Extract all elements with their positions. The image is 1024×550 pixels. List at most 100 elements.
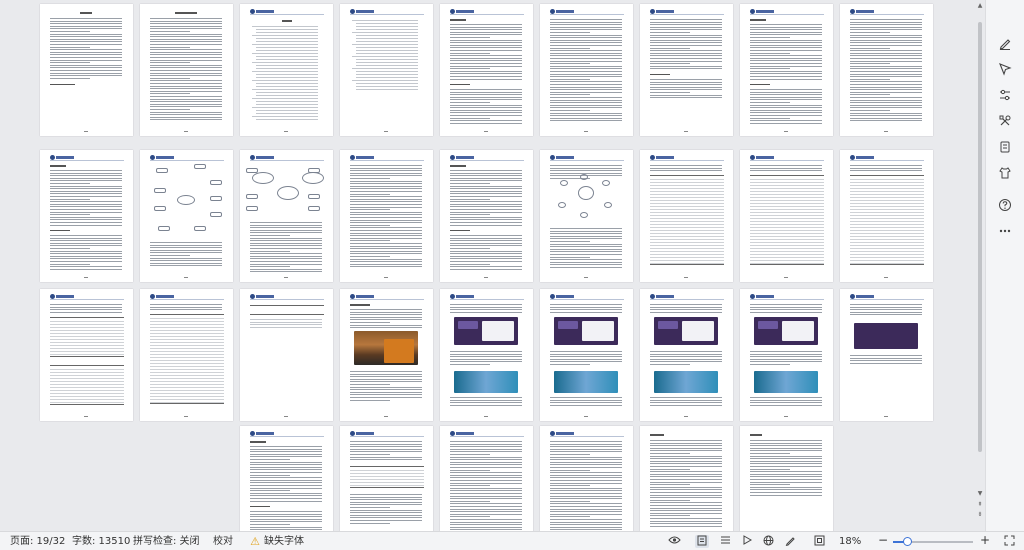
text-line	[150, 67, 222, 69]
page-thumbnail[interactable]	[140, 289, 233, 421]
page-thumbnail[interactable]	[640, 426, 733, 531]
page-thumbnail[interactable]	[140, 4, 233, 136]
page-header	[550, 155, 624, 161]
page-thumbnail[interactable]	[540, 4, 633, 136]
pen-icon[interactable]	[996, 34, 1014, 52]
globe-icon[interactable]	[761, 535, 775, 548]
shirt-icon[interactable]	[996, 164, 1014, 182]
zoom-level[interactable]: 18%	[839, 535, 861, 548]
help-icon[interactable]	[996, 196, 1014, 214]
scroll-page-up-icon[interactable]: ⇞	[976, 500, 984, 508]
text-line	[750, 73, 822, 75]
page-thumbnail[interactable]	[40, 150, 133, 282]
toc-line	[356, 62, 418, 63]
zoom-in-button[interactable]: +	[980, 534, 990, 547]
page-thumbnail[interactable]	[540, 150, 633, 282]
text-line	[550, 498, 622, 500]
page-thumbnail[interactable]	[140, 150, 233, 282]
list-view-icon[interactable]	[718, 535, 732, 548]
page-thumbnail[interactable]	[340, 150, 433, 282]
text-line	[350, 373, 422, 375]
scroll-up-arrow-icon[interactable]: ▲	[976, 1, 984, 9]
spell-check-toggle[interactable]: 拼写检查: 关闭	[133, 535, 200, 548]
page-thumbnail[interactable]	[40, 289, 133, 421]
play-icon[interactable]	[740, 535, 754, 548]
text-line	[150, 257, 222, 259]
proofread-button[interactable]: 校对	[213, 535, 233, 548]
text-line	[150, 64, 222, 66]
word-count[interactable]: 字数: 13510	[72, 535, 130, 548]
text-line	[750, 63, 822, 64]
scroll-thumb[interactable]	[978, 22, 982, 452]
page-indicator[interactable]: 页面: 19/32	[10, 535, 65, 548]
text-line	[450, 454, 490, 455]
page-thumbnails-area[interactable]	[0, 0, 975, 531]
page-thumbnail[interactable]	[640, 4, 733, 136]
text-line	[650, 476, 722, 478]
page-thumbnail[interactable]	[440, 289, 533, 421]
document-icon[interactable]	[996, 138, 1014, 156]
page-thumbnail[interactable]	[740, 150, 833, 282]
missing-font-button[interactable]: 缺失字体	[264, 535, 304, 548]
page-thumbnail[interactable]	[240, 289, 333, 421]
sliders-icon[interactable]	[996, 86, 1014, 104]
zoom-slider-handle[interactable]	[903, 537, 913, 546]
page-thumbnail[interactable]	[440, 426, 533, 531]
text-line	[750, 65, 822, 67]
scroll-page-down-icon[interactable]: ⇟	[976, 510, 984, 518]
university-logo-icon	[650, 155, 655, 160]
text-line	[150, 88, 222, 90]
fit-icon[interactable]	[812, 535, 826, 548]
text-line	[450, 490, 522, 492]
text-line	[650, 397, 722, 398]
page-thumbnail[interactable]	[340, 4, 433, 136]
page-thumbnail[interactable]	[740, 289, 833, 421]
text-line	[550, 264, 622, 266]
text-line	[250, 466, 322, 468]
page-thumbnail[interactable]	[740, 4, 833, 136]
pencil-icon[interactable]	[783, 535, 797, 548]
page-thumbnail[interactable]	[840, 150, 933, 282]
table-row	[850, 236, 924, 237]
fullscreen-icon[interactable]	[1002, 535, 1016, 548]
zoom-out-button[interactable]: −	[878, 534, 888, 547]
table-row	[150, 330, 224, 331]
table-row	[850, 239, 924, 240]
text-line	[350, 386, 422, 388]
page-thumbnail[interactable]	[240, 4, 333, 136]
page-thumbnail[interactable]	[340, 426, 433, 531]
text-line	[850, 170, 922, 172]
more-icon[interactable]	[996, 222, 1014, 240]
network-node	[580, 212, 588, 218]
table-row	[850, 242, 924, 243]
page-view-icon[interactable]	[695, 535, 709, 548]
tools-icon[interactable]	[996, 112, 1014, 130]
text-line	[450, 464, 522, 466]
page-thumbnail[interactable]	[340, 289, 433, 421]
text-line	[550, 356, 622, 358]
page-thumbnail[interactable]	[640, 289, 733, 421]
page-thumbnail[interactable]	[740, 426, 833, 531]
university-logo-icon	[350, 431, 355, 436]
vertical-scrollbar[interactable]: ▲ ▼ ⇞ ⇟	[975, 0, 985, 531]
page-thumbnail[interactable]	[640, 150, 733, 282]
page-thumbnail[interactable]	[540, 289, 633, 421]
text-line	[550, 511, 622, 513]
page-thumbnail[interactable]	[440, 150, 533, 282]
text-line	[250, 495, 322, 497]
page-thumbnail[interactable]	[440, 4, 533, 136]
page-thumbnail[interactable]	[840, 4, 933, 136]
diagram-center	[177, 195, 195, 205]
eye-icon[interactable]	[667, 535, 681, 548]
warning-icon: ⚠	[250, 535, 260, 548]
page-thumbnail[interactable]	[540, 426, 633, 531]
page-thumbnail[interactable]	[840, 289, 933, 421]
page-thumbnail[interactable]	[240, 150, 333, 282]
text-line	[150, 46, 190, 48]
scroll-down-arrow-icon[interactable]: ▼	[976, 489, 984, 497]
table-row	[50, 393, 124, 394]
university-logo-icon	[750, 9, 755, 14]
cursor-icon[interactable]	[996, 60, 1014, 78]
page-thumbnail[interactable]	[40, 4, 133, 136]
page-thumbnail[interactable]	[240, 426, 333, 531]
